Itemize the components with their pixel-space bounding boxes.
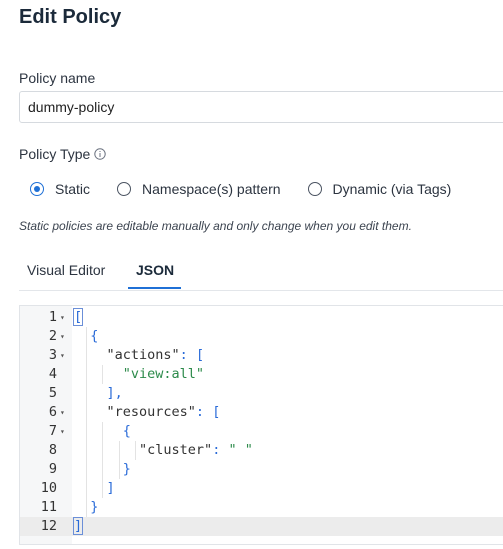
policy-name-input[interactable]: [19, 91, 503, 123]
code-line[interactable]: 5 ],: [20, 384, 503, 403]
indent-guide: [86, 327, 88, 517]
line-number: 2: [48, 328, 57, 344]
tab-json[interactable]: JSON: [136, 262, 174, 278]
line-number: 10: [40, 480, 57, 496]
line-number: 12: [40, 518, 57, 534]
radio-dynamic-tags[interactable]: Dynamic (via Tags): [307, 181, 452, 197]
editor-tabs: Visual Editor JSON: [19, 252, 503, 291]
indent-guide: [118, 441, 120, 479]
line-number: 5: [48, 385, 57, 401]
code-line[interactable]: 11 }: [20, 498, 503, 517]
code-text: "view:all": [122, 366, 205, 382]
code-text: "cluster": " ": [139, 442, 253, 458]
code-line[interactable]: 6 ▾ "resources": [: [20, 403, 503, 422]
radio-static-label: Static: [55, 181, 91, 197]
radio-dynamic-tags-label: Dynamic (via Tags): [332, 181, 452, 197]
tab-visual-editor[interactable]: Visual Editor: [27, 262, 105, 278]
policy-type-radio-group: Static Namespace(s) pattern Dynamic (via…: [30, 181, 451, 197]
code-line[interactable]: 9 }: [20, 460, 503, 479]
page-title: Edit Policy: [19, 6, 122, 28]
line-number: 4: [48, 366, 57, 382]
code-line[interactable]: 7 ▾ {: [20, 422, 503, 441]
code-line[interactable]: 12]: [20, 517, 503, 536]
json-code-editor[interactable]: 1 ▾[2 ▾ {3 ▾ "actions": [4 "view:all" 5 ], 6 ▾…: [19, 305, 503, 545]
code-text: [: [72, 308, 84, 326]
active-tab-indicator: [128, 287, 181, 289]
code-text: ]: [72, 517, 84, 535]
line-number: 11: [40, 499, 57, 515]
fold-arrow-icon[interactable]: ▾: [60, 422, 65, 441]
fold-arrow-icon[interactable]: ▾: [60, 308, 65, 327]
indent-guide: [134, 441, 136, 460]
code-line[interactable]: 4 "view:all": [20, 365, 503, 384]
indent-guide: [102, 365, 104, 384]
code-text: "resources": [: [106, 404, 221, 420]
radio-static[interactable]: Static: [30, 181, 90, 197]
radio-namespace-pattern[interactable]: Namespace(s) pattern: [117, 181, 281, 197]
info-icon[interactable]: [94, 147, 107, 160]
code-line[interactable]: 2 ▾ {: [20, 327, 503, 346]
policy-name-label: Policy name: [19, 70, 96, 86]
line-number: 7: [48, 423, 57, 439]
edit-policy-page: Edit Policy Policy name Policy Type Stat…: [0, 0, 503, 549]
policy-type-label-row: Policy Type: [19, 146, 107, 162]
code-text: ]: [106, 480, 115, 496]
radio-button-selected[interactable]: [30, 182, 44, 196]
policy-type-label: Policy Type: [19, 146, 91, 162]
fold-arrow-icon[interactable]: ▾: [60, 327, 65, 346]
line-number: 8: [48, 442, 57, 458]
fold-arrow-icon[interactable]: ▾: [60, 403, 65, 422]
radio-namespace-pattern-label: Namespace(s) pattern: [142, 181, 281, 197]
line-number: 3: [48, 347, 57, 363]
policy-type-hint: Static policies are editable manually an…: [19, 219, 412, 233]
code-text: "actions": [: [106, 347, 205, 363]
fold-arrow-icon[interactable]: ▾: [60, 346, 65, 365]
code-line[interactable]: 8 "cluster": " ": [20, 441, 503, 460]
line-number: 9: [48, 461, 57, 477]
code-text: ],: [106, 385, 123, 401]
code-line[interactable]: 3 ▾ "actions": [: [20, 346, 503, 365]
line-number: 1: [48, 309, 57, 325]
code-line[interactable]: 10 ]: [20, 479, 503, 498]
indent-guide: [102, 422, 104, 498]
code-line[interactable]: 1 ▾ [: [20, 308, 503, 327]
line-number: 6: [48, 404, 57, 420]
radio-button[interactable]: [307, 182, 322, 196]
radio-button[interactable]: [117, 182, 132, 196]
